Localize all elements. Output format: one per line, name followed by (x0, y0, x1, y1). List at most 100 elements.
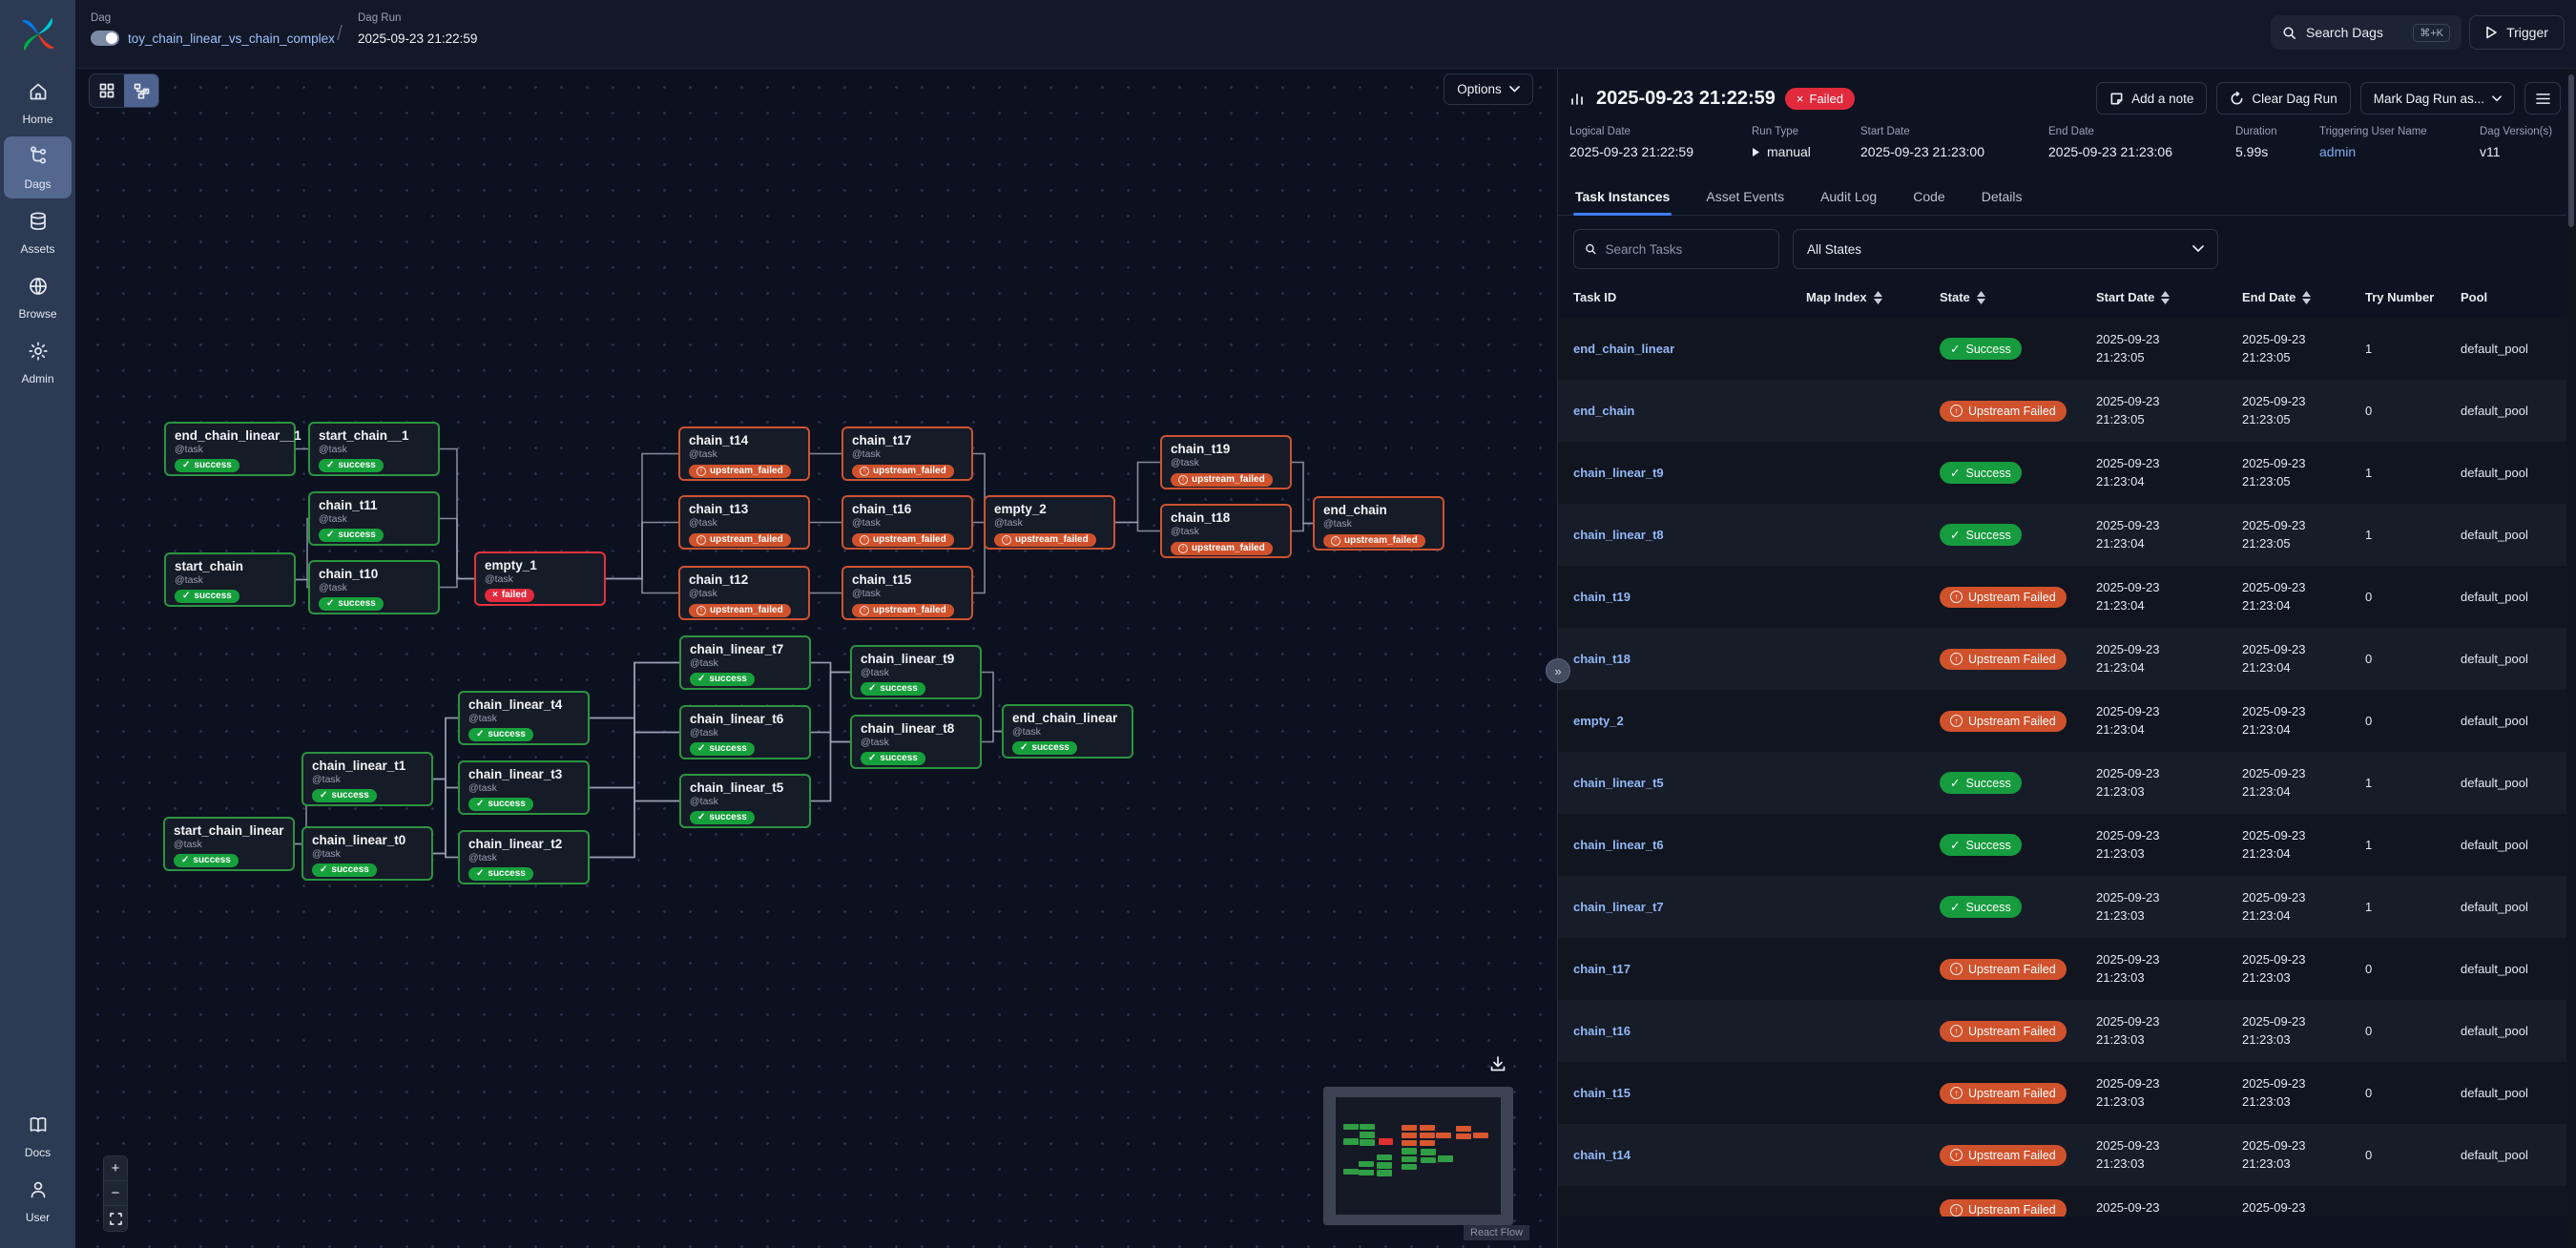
graph-node-empty_2[interactable]: empty_2@task↑upstream_failed (984, 495, 1115, 550)
mark-dag-run-as-button[interactable]: Mark Dag Run as... (2360, 82, 2515, 114)
state-filter-select[interactable]: All States (1793, 229, 2218, 269)
task-id-link[interactable]: chain_t14 (1573, 1148, 1806, 1162)
task-id-link[interactable]: chain_t18 (1573, 652, 1806, 666)
dag-run-panel: 2025-09-23 21:22:59 × Failed Add a note … (1557, 69, 2576, 1248)
graph-node-chain_t11[interactable]: chain_t11@task✓success (308, 491, 440, 546)
state-badge-upstream-failed: ↑Upstream Failed (1940, 959, 2067, 980)
trigger-button[interactable]: Trigger (2469, 15, 2565, 50)
graph-node-chain_t10[interactable]: chain_t10@task✓success (308, 560, 440, 614)
tab-code[interactable]: Code (1911, 180, 1946, 215)
sidebar-item-docs[interactable]: Docs (4, 1105, 72, 1167)
search-dags-button[interactable]: Search Dags ⌘+K (2271, 15, 2462, 50)
add-note-button[interactable]: Add a note (2096, 82, 2207, 114)
task-id-link[interactable]: chain_t15 (1573, 1086, 1806, 1100)
graph-node-chain_t17[interactable]: chain_t17@task↑upstream_failed (841, 426, 973, 481)
sidebar-item-label: Admin (21, 372, 53, 385)
graph-node-start_chain[interactable]: start_chain@task✓success (164, 552, 296, 607)
clear-dag-run-button[interactable]: Clear Dag Run (2216, 82, 2350, 114)
try-number-cell: 0 (2365, 404, 2461, 418)
end-date-cell: 2025-09-2321:23:04 (2242, 703, 2365, 739)
graph-node-end_chain_linear[interactable]: end_chain_linear@task✓success (1002, 704, 1133, 759)
task-id-link[interactable]: chain_linear_t7 (1573, 900, 1806, 914)
task-id-link[interactable]: chain_linear_t8 (1573, 528, 1806, 542)
scrollbar-thumb[interactable] (2568, 74, 2574, 227)
tab-asset-events[interactable]: Asset Events (1704, 180, 1786, 215)
sort-icon[interactable] (1977, 291, 1985, 304)
sort-icon[interactable] (2161, 291, 2170, 304)
sidebar-item-browse[interactable]: Browse (4, 266, 72, 328)
task-id-link[interactable]: end_chain_linear (1573, 342, 1806, 356)
graph-node-chain_linear_t6[interactable]: chain_linear_t6@task✓success (679, 705, 811, 759)
start-date-cell: 2025-09-2321:23:04 (2096, 517, 2242, 553)
meta-value[interactable]: admin (2319, 144, 2480, 159)
task-id-link[interactable]: empty_2 (1573, 714, 1806, 728)
graph-node-chain_t12[interactable]: chain_t12@task↑upstream_failed (678, 566, 810, 620)
dag-pause-toggle[interactable] (91, 31, 119, 46)
graph-node-chain_linear_t9[interactable]: chain_linear_t9@task✓success (850, 645, 982, 699)
node-operator-label: @task (689, 448, 800, 460)
graph-node-chain_linear_t4[interactable]: chain_linear_t4@task✓success (458, 691, 590, 745)
tab-audit-log[interactable]: Audit Log (1818, 180, 1879, 215)
task-id-link[interactable]: chain_linear_t5 (1573, 776, 1806, 790)
graph-node-chain_t18[interactable]: chain_t18@task↑upstream_failed (1160, 504, 1292, 558)
graph-node-end_chain_linear__1[interactable]: end_chain_linear__1@task✓success (164, 422, 296, 476)
graph-node-chain_linear_t7[interactable]: chain_linear_t7@task✓success (679, 635, 811, 690)
run-title: 2025-09-23 21:22:59 (1596, 88, 1776, 110)
hamburger-icon (2536, 93, 2550, 105)
check-icon: ✓ (1020, 742, 1028, 753)
task-id-link[interactable]: chain_t19 (1573, 590, 1806, 604)
graph-node-chain_t13[interactable]: chain_t13@task↑upstream_failed (678, 495, 810, 550)
sort-icon[interactable] (2302, 291, 2311, 304)
airflow-logo[interactable] (0, 0, 75, 69)
zoom-in-button[interactable]: + (104, 1156, 127, 1181)
sidebar-item-admin[interactable]: Admin (4, 331, 72, 393)
graph-node-start_chain_linear[interactable]: start_chain_linear@task✓success (163, 817, 295, 871)
sidebar-item-home[interactable]: Home (4, 72, 72, 134)
graph-node-chain_t15[interactable]: chain_t15@task↑upstream_failed (841, 566, 973, 620)
panel-collapse-handle[interactable]: » (1546, 658, 1570, 683)
task-id-link[interactable]: end_chain (1573, 404, 1806, 418)
state-cell: ✓Success (1940, 338, 2096, 360)
task-id-link[interactable]: chain_t17 (1573, 962, 1806, 976)
task-id-link[interactable]: chain_t16 (1573, 1024, 1806, 1038)
sort-icon[interactable] (1874, 291, 1882, 304)
task-id-link[interactable]: chain_linear_t6 (1573, 838, 1806, 852)
graph-node-chain_t19[interactable]: chain_t19@task↑upstream_failed (1160, 435, 1292, 489)
graph-node-chain_linear_t8[interactable]: chain_linear_t8@task✓success (850, 715, 982, 769)
graph-node-end_chain[interactable]: end_chain@task↑upstream_failed (1313, 496, 1444, 551)
minimap-node (1420, 1125, 1435, 1131)
node-state-badge: ✓success (468, 798, 533, 811)
graph-node-chain_t16[interactable]: chain_t16@task↑upstream_failed (841, 495, 973, 550)
sidebar-item-user[interactable]: User (4, 1170, 72, 1232)
table-row: chain_t18↑Upstream Failed2025-09-2321:23… (1558, 628, 2576, 690)
node-operator-label: @task (1171, 457, 1281, 468)
graph-node-chain_linear_t2[interactable]: chain_linear_t2@task✓success (458, 830, 590, 884)
graph-node-chain_t14[interactable]: chain_t14@task↑upstream_failed (678, 426, 810, 481)
end-date-cell: 2025-09-2321:23:04 (2242, 889, 2365, 926)
task-id-link[interactable]: chain_linear_t9 (1573, 466, 1806, 480)
graph-minimap[interactable] (1323, 1087, 1513, 1225)
graph-node-start_chain__1[interactable]: start_chain__1@task✓success (308, 422, 440, 476)
page-scrollbar[interactable] (2566, 69, 2576, 1248)
graph-node-chain_linear_t5[interactable]: chain_linear_t5@task✓success (679, 774, 811, 828)
tab-task-instances[interactable]: Task Instances (1573, 180, 1672, 215)
check-icon: ✓ (868, 753, 876, 763)
minimap-node (1359, 1161, 1374, 1167)
zoom-out-button[interactable]: − (104, 1181, 127, 1206)
fit-view-button[interactable] (104, 1206, 127, 1231)
sidebar-item-dags[interactable]: Dags (4, 136, 72, 198)
sidebar-item-assets[interactable]: Assets (4, 201, 72, 263)
download-graph-button[interactable] (1485, 1051, 1510, 1076)
node-operator-label: @task (319, 582, 429, 593)
panel-menu-button[interactable] (2524, 82, 2561, 114)
minimap-node (1402, 1156, 1417, 1162)
tab-details[interactable]: Details (1980, 180, 2025, 215)
graph-node-empty_1[interactable]: empty_1@task×failed (474, 551, 606, 606)
graph-node-chain_linear_t0[interactable]: chain_linear_t0@task✓success (301, 826, 433, 881)
graph-node-chain_linear_t3[interactable]: chain_linear_t3@task✓success (458, 760, 590, 815)
dag-name-link[interactable]: toy_chain_linear_vs_chain_complex (128, 31, 335, 46)
search-tasks-field[interactable] (1573, 229, 1779, 269)
check-icon: ✓ (326, 530, 334, 540)
graph-node-chain_linear_t1[interactable]: chain_linear_t1@task✓success (301, 752, 433, 806)
search-tasks-input[interactable] (1605, 242, 1768, 257)
